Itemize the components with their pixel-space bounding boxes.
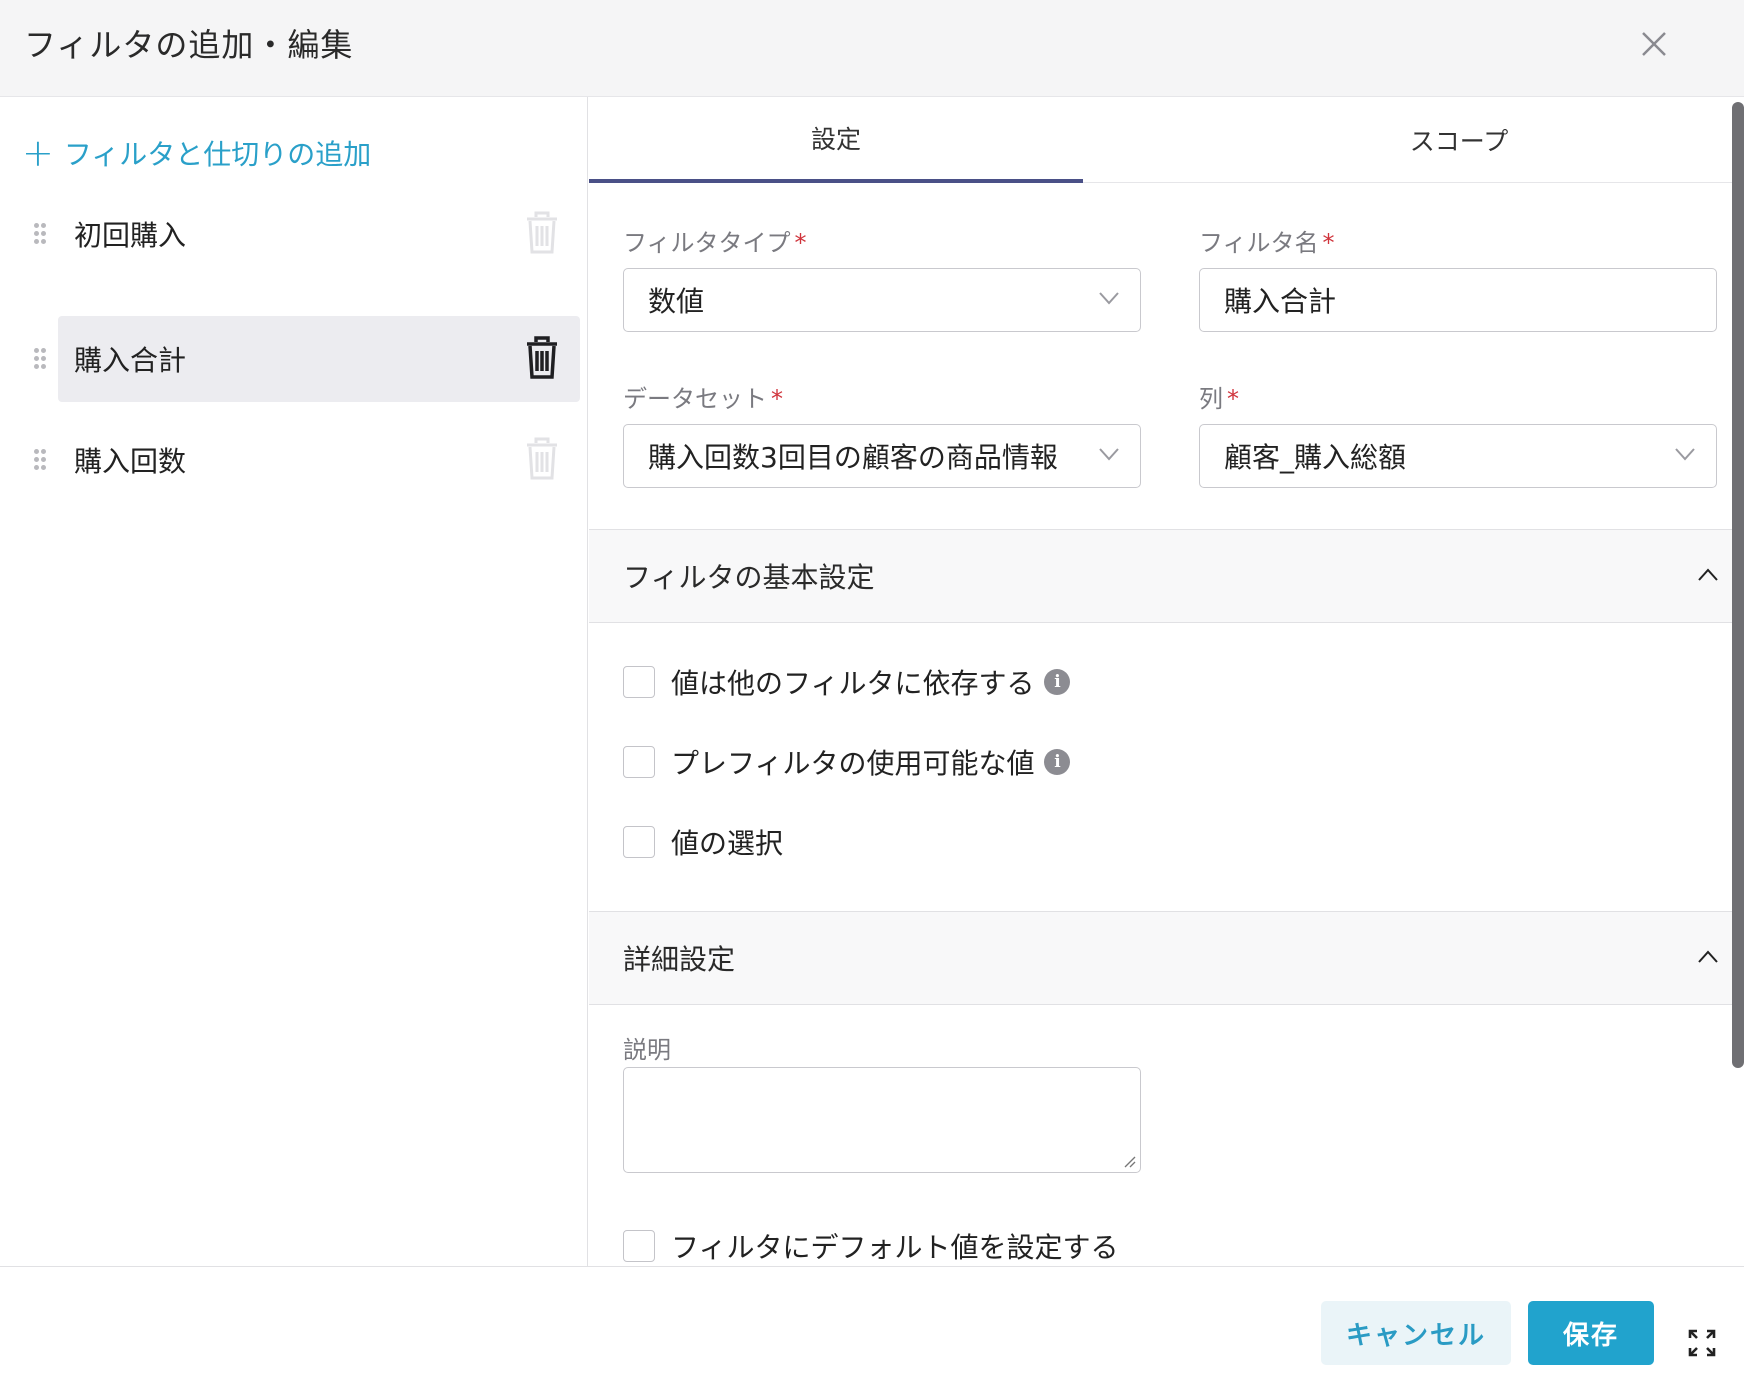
column-value: 顧客_購入総額 — [1224, 441, 1407, 474]
filter-settings-panel: 設定 スコープ フィルタタイプ * 数値 フィルタ名 * 購入合計 データセット * … — [589, 97, 1737, 1267]
chevron-down-icon — [1099, 448, 1119, 461]
checkbox-row-default-value: フィルタにデフォルト値を設定する — [623, 1229, 1119, 1264]
filter-type-select[interactable]: 数値 — [623, 268, 1141, 332]
checkbox-row-depends: 値は他のフィルタに依存する i — [623, 665, 1071, 700]
drag-handle-icon[interactable] — [34, 223, 46, 245]
filter-type-label: フィルタタイプ * — [623, 229, 807, 257]
filter-type-value: 数値 — [648, 285, 705, 318]
filter-name-value: 購入合計 — [1224, 285, 1337, 318]
description-textarea[interactable] — [623, 1067, 1141, 1173]
depends-on-filter-checkbox[interactable] — [623, 666, 655, 698]
checkbox-row-value-selection: 値の選択 — [623, 825, 784, 860]
tab-bar: 設定 スコープ — [589, 97, 1737, 183]
expand-icon[interactable] — [1688, 1329, 1716, 1357]
column-select[interactable]: 顧客_購入総額 — [1199, 424, 1717, 488]
tab-scope[interactable]: スコープ — [1169, 97, 1737, 183]
filter-item-purchase-count[interactable]: 購入回数 — [34, 417, 580, 503]
add-filter-label: フィルタと仕切りの追加 — [63, 138, 372, 171]
filter-name-label: フィルタ名 * — [1199, 229, 1335, 257]
description-label: 説明 — [623, 1036, 671, 1064]
resize-grip-icon[interactable] — [1122, 1154, 1136, 1168]
save-button[interactable]: 保存 — [1528, 1301, 1654, 1365]
checkbox-row-prefilter: プレフィルタの使用可能な値 i — [623, 745, 1071, 780]
prefilter-values-checkbox[interactable] — [623, 746, 655, 778]
plus-icon: + — [22, 131, 54, 175]
dialog-header: フィルタの追加・編集 — [0, 0, 1744, 97]
filter-item-label: 購入合計 — [74, 344, 187, 377]
filter-item-first-purchase[interactable]: 初回購入 — [34, 191, 580, 277]
chevron-up-icon — [1698, 568, 1718, 581]
dialog-footer: キャンセル 保存 — [0, 1266, 1744, 1390]
filter-sidebar: + フィルタと仕切りの追加 初回購入 購入合計 購入回数 — [0, 97, 588, 1267]
info-icon[interactable]: i — [1044, 749, 1071, 775]
checkbox-label: フィルタにデフォルト値を設定する — [671, 1231, 1119, 1264]
section-title: フィルタの基本設定 — [623, 561, 875, 594]
checkbox-label: 値の選択 — [671, 827, 784, 860]
trash-icon[interactable] — [524, 437, 560, 481]
filter-item-label: 購入回数 — [74, 445, 187, 478]
value-selection-checkbox[interactable] — [623, 826, 655, 858]
filter-item-label: 初回購入 — [74, 219, 187, 252]
basic-settings-header[interactable]: フィルタの基本設定 — [589, 529, 1737, 623]
drag-handle-icon[interactable] — [34, 449, 46, 471]
section-title: 詳細設定 — [623, 943, 736, 976]
filter-item-purchase-total[interactable]: 購入合計 — [34, 316, 580, 402]
tab-settings[interactable]: 設定 — [589, 97, 1083, 183]
cancel-button[interactable]: キャンセル — [1321, 1301, 1511, 1365]
checkbox-label: 値は他のフィルタに依存する — [671, 667, 1035, 700]
default-value-checkbox[interactable] — [623, 1230, 655, 1262]
dialog-title: フィルタの追加・編集 — [24, 26, 354, 64]
info-icon[interactable]: i — [1044, 669, 1071, 695]
scrollbar[interactable] — [1732, 102, 1744, 1068]
checkbox-label: プレフィルタの使用可能な値 — [671, 747, 1035, 780]
dataset-label: データセット * — [623, 385, 783, 413]
dataset-value: 購入回数3回目の顧客の商品情報 — [648, 441, 1058, 474]
trash-icon[interactable] — [524, 211, 560, 255]
chevron-down-icon — [1675, 448, 1695, 461]
trash-icon[interactable] — [524, 336, 560, 380]
chevron-down-icon — [1099, 292, 1119, 305]
close-icon[interactable] — [1632, 22, 1676, 66]
advanced-settings-header[interactable]: 詳細設定 — [589, 911, 1737, 1005]
column-label: 列 * — [1199, 385, 1239, 413]
dataset-select[interactable]: 購入回数3回目の顧客の商品情報 — [623, 424, 1141, 488]
filter-name-input[interactable]: 購入合計 — [1199, 268, 1717, 332]
drag-handle-icon[interactable] — [34, 348, 46, 370]
chevron-up-icon — [1698, 950, 1718, 963]
add-filter-link[interactable]: + フィルタと仕切りの追加 — [22, 133, 371, 173]
